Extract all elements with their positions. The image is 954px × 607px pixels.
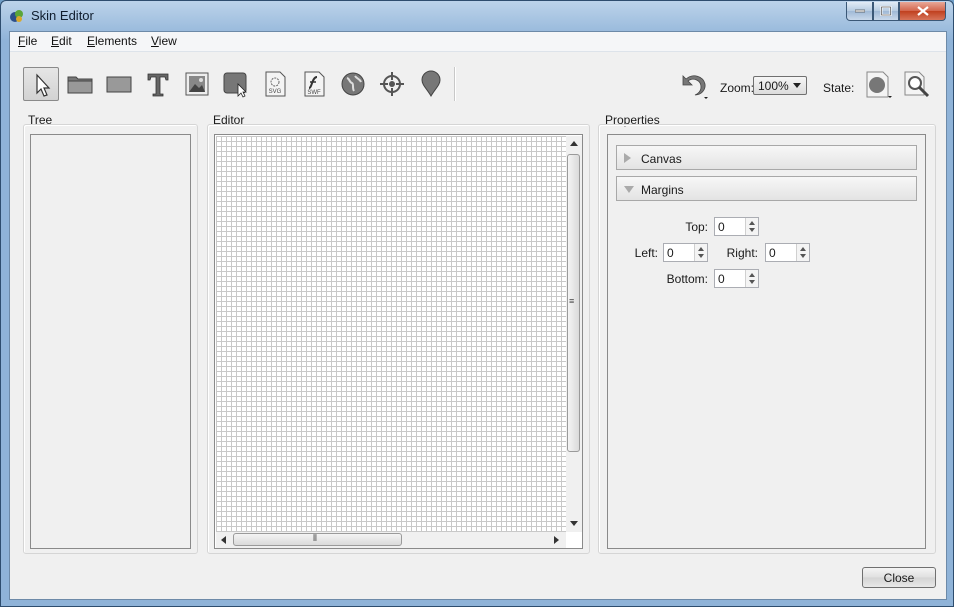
grip-icon: ≡ (569, 296, 575, 306)
spin-up-icon[interactable] (698, 247, 704, 251)
scroll-up-icon[interactable] (570, 141, 578, 146)
svg-text:SWF: SWF (307, 90, 321, 96)
image-tool-button[interactable] (179, 67, 215, 101)
left-margin-spinbox[interactable]: 0 (663, 243, 708, 262)
text-icon (147, 73, 169, 97)
zoom-select[interactable]: 100% (753, 76, 807, 95)
spin-up-icon[interactable] (749, 273, 755, 277)
spin-down-icon[interactable] (749, 280, 755, 284)
bottom-margin-spin-buttons[interactable] (745, 270, 758, 287)
toolbar-separator (454, 67, 456, 101)
svg-tool-button[interactable]: SVG (257, 67, 293, 101)
pointer-tool-button[interactable] (23, 67, 59, 101)
editor-horizontal-scrollbar[interactable]: ⦀ (216, 532, 566, 548)
minimize-icon (854, 9, 865, 13)
top-margin-value: 0 (718, 220, 725, 234)
pin-tool-button[interactable] (413, 67, 449, 101)
scroll-down-icon[interactable] (570, 521, 578, 526)
image-icon (185, 72, 209, 96)
spin-down-icon[interactable] (800, 254, 806, 258)
window-close-button[interactable] (899, 2, 946, 21)
close-icon (916, 6, 929, 16)
state-label: State: (823, 81, 855, 95)
bottom-margin-spinbox[interactable]: 0 (714, 269, 759, 288)
button-tool-button[interactable] (218, 67, 254, 101)
scroll-right-icon[interactable] (554, 536, 559, 544)
skin-editor-window: Skin Editor File Edit Elements View SVG … (0, 0, 954, 607)
button-icon (223, 72, 247, 98)
rectangle-tool-button[interactable] (101, 67, 137, 101)
globe-icon (341, 72, 365, 96)
tree-view[interactable] (30, 134, 191, 549)
crosshair-tool-button[interactable] (374, 67, 410, 101)
editor-grid-canvas[interactable] (216, 136, 566, 532)
spin-down-icon[interactable] (698, 254, 704, 258)
client-area: File Edit Elements View SVG SWF Zoom: 10… (9, 31, 947, 600)
magnifier-icon (904, 71, 930, 98)
crosshair-icon (380, 72, 404, 96)
undo-button[interactable] (673, 67, 711, 101)
swf-tool-button[interactable]: SWF (296, 67, 332, 101)
svg-icon: SVG (265, 71, 286, 97)
state-page-icon (866, 71, 892, 98)
menu-view[interactable]: View (151, 34, 177, 48)
chevron-down-icon (793, 83, 801, 88)
right-margin-spinbox[interactable]: 0 (765, 243, 810, 262)
swf-icon: SWF (304, 71, 325, 97)
margins-section-label: Margins (641, 183, 684, 197)
globe-tool-button[interactable] (335, 67, 371, 101)
left-margin-label: Left: (634, 246, 658, 260)
preview-button[interactable] (898, 67, 932, 101)
properties-view: Canvas Margins Top: 0 Left: 0 Right: 0 B… (607, 134, 926, 549)
right-margin-value: 0 (769, 246, 776, 260)
scroll-left-icon[interactable] (221, 536, 226, 544)
menu-elements[interactable]: Elements (87, 34, 137, 48)
left-margin-value: 0 (667, 246, 674, 260)
collapse-arrow-icon (624, 186, 634, 193)
folder-tool-button[interactable] (62, 67, 98, 101)
folder-icon (67, 76, 93, 94)
horizontal-scroll-thumb[interactable] (233, 533, 402, 546)
text-tool-button[interactable] (140, 67, 176, 101)
menu-file[interactable]: File (18, 34, 37, 48)
margins-section-header[interactable]: Margins (616, 176, 917, 201)
left-margin-spin-buttons[interactable] (694, 244, 707, 261)
menu-bar: File Edit Elements View (10, 32, 946, 52)
window-title: Skin Editor (31, 8, 94, 23)
right-margin-label: Right: (726, 246, 758, 260)
top-margin-spin-buttons[interactable] (745, 218, 758, 235)
close-button[interactable]: Close (862, 567, 936, 588)
restore-icon (880, 6, 892, 16)
minimize-button[interactable] (846, 2, 873, 21)
canvas-section-label: Canvas (641, 152, 682, 166)
title-bar[interactable]: Skin Editor (1, 1, 953, 31)
zoom-value: 100% (758, 79, 789, 93)
svg-text:SVG: SVG (269, 89, 282, 95)
bottom-margin-label: Bottom: (666, 272, 708, 286)
undo-icon (682, 75, 708, 99)
editor-canvas-frame: ≡ ⦀ (214, 134, 583, 549)
spin-up-icon[interactable] (749, 221, 755, 225)
top-margin-label: Top: (685, 220, 708, 234)
editor-vertical-scrollbar[interactable]: ≡ (566, 136, 582, 532)
grip-icon: ⦀ (313, 533, 317, 543)
canvas-section-header[interactable]: Canvas (616, 145, 917, 170)
state-button[interactable] (860, 67, 894, 101)
app-icon (10, 10, 23, 22)
rectangle-icon (106, 76, 132, 93)
bottom-margin-value: 0 (718, 272, 725, 286)
menu-edit[interactable]: Edit (51, 34, 72, 48)
maximize-button[interactable] (873, 2, 899, 21)
pin-icon (421, 70, 441, 98)
pointer-icon (36, 73, 51, 97)
right-margin-spin-buttons[interactable] (796, 244, 809, 261)
spin-down-icon[interactable] (749, 228, 755, 232)
zoom-label: Zoom: (720, 81, 755, 95)
toolbar: SVG SWF Zoom: 100% State: (10, 53, 946, 113)
expand-arrow-icon (624, 153, 631, 163)
top-margin-spinbox[interactable]: 0 (714, 217, 759, 236)
spin-up-icon[interactable] (800, 247, 806, 251)
